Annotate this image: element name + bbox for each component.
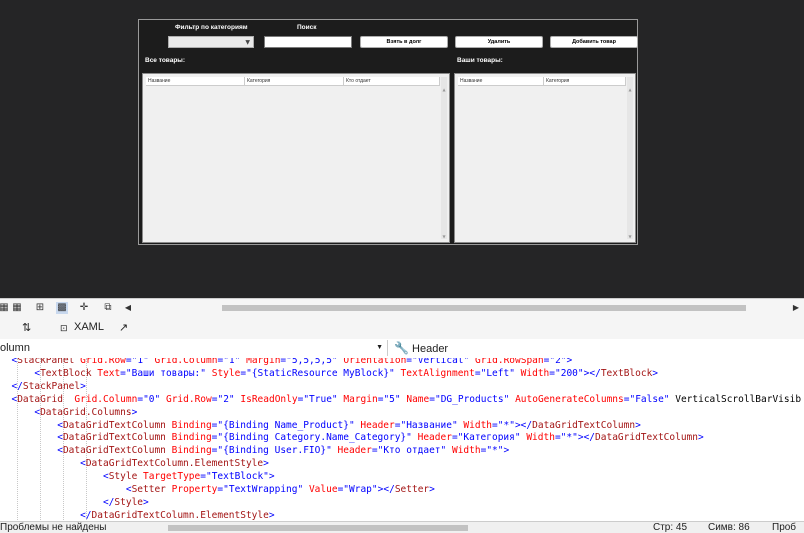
my-products-grid-header: Название Категория — [458, 77, 626, 86]
crosshair-icon[interactable]: ✛ — [78, 302, 90, 314]
designer-surface: Фильтр по категориям Поиск ▼ Взять в дол… — [0, 0, 804, 298]
code-line[interactable]: <DataGrid.Columns> — [0, 406, 137, 419]
problems-status[interactable]: Проблемы не найдены — [0, 522, 106, 533]
grid-small-icon[interactable]: ▦ — [0, 302, 10, 314]
code-line[interactable]: <DataGridTextColumn Binding="{Binding Ca… — [0, 431, 704, 444]
category-filter-combobox[interactable]: ▼ — [168, 36, 254, 48]
element-selector-value: olumn — [0, 342, 30, 354]
status-bar: Проблемы не найдены Стр: 45 Симв: 86 Про… — [0, 521, 804, 533]
device-preview-icon[interactable]: ⧉ — [102, 302, 114, 314]
column-header-category[interactable]: Категория — [245, 77, 344, 85]
scroll-right-icon[interactable]: ▶ — [790, 302, 802, 314]
code-line[interactable]: </StackPanel> — [0, 380, 85, 393]
code-line[interactable]: <Style TargetType="TextBlock"> — [0, 470, 275, 483]
column-header-name[interactable]: Название — [146, 77, 245, 85]
scroll-up-icon[interactable]: ▲ — [441, 87, 447, 92]
line-indicator: Стр: 45 — [653, 522, 688, 533]
chevron-down-icon: ▼ — [245, 39, 250, 46]
add-product-button[interactable]: Добавить товар — [550, 36, 638, 48]
code-line[interactable]: <TextBlock Text="Ваши товары:" Style="{S… — [0, 367, 658, 380]
popout-icon[interactable]: ↗ — [119, 321, 128, 334]
your-goods-label: Ваши товары: — [457, 57, 503, 64]
wrench-icon: 🔧 — [394, 341, 409, 355]
products-datagrid[interactable]: Название Категория Кто отдает ▲ ▼ — [142, 73, 450, 243]
tab-xaml[interactable]: XAML — [74, 321, 104, 333]
wpf-window-preview: Фильтр по категориям Поиск ▼ Взять в дол… — [138, 19, 638, 245]
vertical-scrollbar[interactable]: ▲ ▼ — [441, 77, 447, 239]
designer-horizontal-scrollbar[interactable] — [222, 305, 746, 311]
products-grid-header: Название Категория Кто отдает — [146, 77, 440, 86]
view-tab-bar: ⇅ ⊡ XAML ↗ — [0, 317, 804, 340]
scroll-down-icon[interactable]: ▼ — [627, 234, 633, 239]
column-header-giver[interactable]: Кто отдает — [344, 77, 440, 85]
member-selector-value: Header — [412, 343, 449, 355]
grid-icon[interactable]: ▦ — [11, 302, 23, 314]
column-header-name[interactable]: Название — [458, 77, 544, 85]
scroll-left-icon[interactable]: ◀ — [122, 302, 134, 314]
code-navigation-bar: olumn ▼ 🔧 Header — [0, 339, 804, 359]
all-goods-label: Все товары: — [145, 57, 186, 64]
vertical-scrollbar[interactable]: ▲ ▼ — [627, 77, 633, 239]
chevron-down-icon: ▼ — [376, 344, 383, 351]
editor-horizontal-scrollbar[interactable] — [168, 525, 468, 531]
code-line[interactable]: </Style> — [0, 496, 149, 509]
char-indicator: Симв: 86 — [708, 522, 750, 533]
search-label: Поиск — [297, 24, 317, 31]
code-line[interactable]: <DataGridTextColumn Binding="{Binding Us… — [0, 444, 509, 457]
spaces-indicator[interactable]: Проб — [772, 522, 796, 533]
checker-background-icon[interactable]: ▩ — [56, 302, 68, 314]
delete-button[interactable]: Удалить — [455, 36, 543, 48]
column-header-category[interactable]: Категория — [544, 77, 626, 85]
swap-panes-icon[interactable]: ⇅ — [22, 321, 31, 334]
member-selector[interactable]: 🔧 Header — [390, 340, 804, 356]
scroll-down-icon[interactable]: ▼ — [441, 234, 447, 239]
designer-toolbar: ▦ ▦ ⊞ ▩ ✛ ⧉ ◀ ▶ — [0, 298, 804, 317]
search-input[interactable] — [264, 36, 352, 48]
filter-label: Фильтр по категориям — [175, 24, 248, 31]
code-line[interactable]: <DataGrid Grid.Column="0" Grid.Row="2" I… — [0, 393, 801, 406]
code-line[interactable]: </DataGridTextColumn.ElementStyle> — [0, 509, 275, 522]
my-products-datagrid[interactable]: Название Категория ▲ ▼ — [454, 73, 636, 243]
take-button[interactable]: Взять в долг — [360, 36, 448, 48]
xaml-code-editor[interactable]: <StackPanel Grid.Row="1" Grid.Column="1"… — [0, 358, 804, 522]
snap-grid-icon[interactable]: ⊞ — [34, 302, 46, 314]
scroll-up-icon[interactable]: ▲ — [627, 87, 633, 92]
code-line[interactable]: <StackPanel Grid.Row="1" Grid.Column="1"… — [0, 358, 572, 367]
code-line[interactable]: <DataGridTextColumn Binding="{Binding Na… — [0, 419, 641, 432]
xaml-icon: ⊡ — [60, 323, 68, 333]
element-selector[interactable]: olumn ▼ — [0, 340, 388, 356]
code-line[interactable]: <Setter Property="TextWrapping" Value="W… — [0, 483, 435, 496]
code-line[interactable]: <DataGridTextColumn.ElementStyle> — [0, 457, 269, 470]
